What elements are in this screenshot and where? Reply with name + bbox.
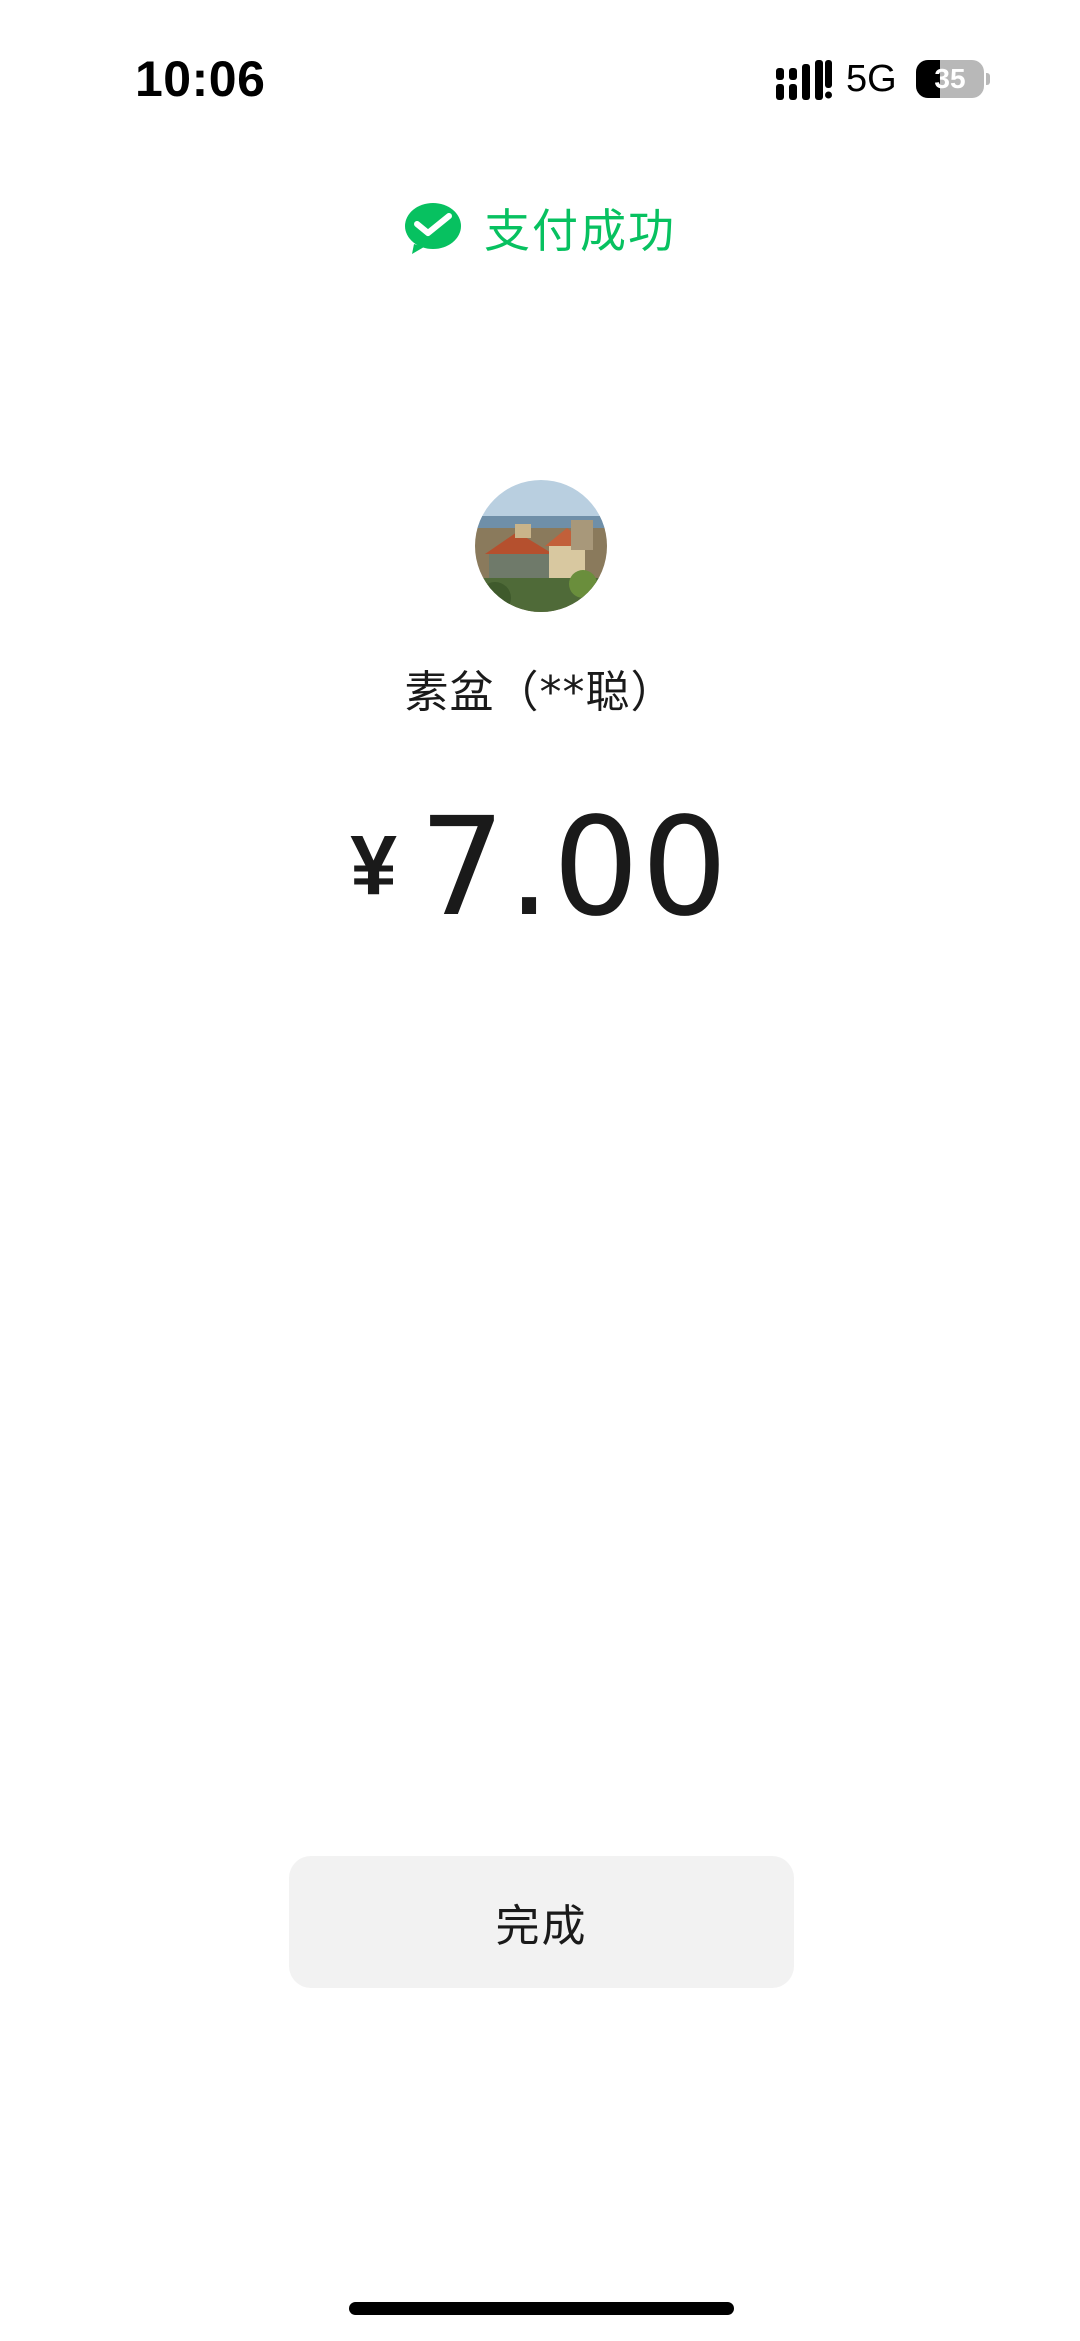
done-button[interactable]: 完成 — [289, 1856, 794, 1988]
battery-body: 35 — [916, 60, 984, 98]
avatar-image — [475, 480, 607, 612]
battery-level: 35 — [934, 63, 966, 94]
payment-success-header: 支付成功 — [0, 196, 1080, 260]
payment-success-title: 支付成功 — [484, 204, 676, 258]
amount-value: 7.00 — [418, 789, 730, 947]
wechat-pay-icon — [405, 203, 461, 254]
status-time: 10:06 — [135, 51, 266, 107]
payment-amount: ¥ 7.00 — [0, 800, 1080, 948]
status-bar: 10:06 5G 35 — [0, 0, 1080, 160]
battery-cap — [986, 73, 990, 85]
home-indicator[interactable] — [349, 2302, 734, 2315]
payee-avatar — [475, 480, 607, 612]
payee-name: 素盆（**聪） — [404, 667, 676, 718]
signal-strength-icon — [776, 60, 832, 100]
battery-icon: 35 — [916, 60, 990, 98]
currency-symbol: ¥ — [350, 818, 397, 912]
network-type-label: 5G — [846, 58, 897, 100]
